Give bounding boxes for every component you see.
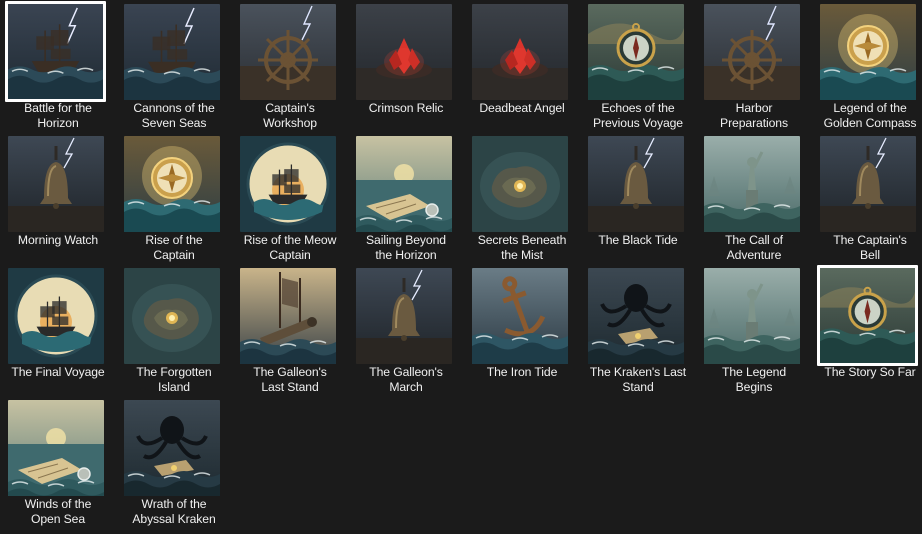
compass-thumbnail[interactable]	[588, 4, 684, 100]
thumbnail-label: The Call of Adventure	[725, 233, 783, 262]
thumbnail-label: Battle for the Horizon	[24, 101, 92, 130]
statue-thumbnail[interactable]	[704, 268, 800, 364]
thumbnail-item[interactable]: Winds of the Open Sea	[0, 396, 116, 526]
thumbnail-label: Morning Watch	[17, 233, 99, 247]
thumbnail-label: The Kraken's Last Stand	[589, 365, 687, 394]
thumbnail-label: Harbor Preparations	[720, 101, 788, 130]
thumbnail-item[interactable]: Secrets Beneath the Mist	[464, 132, 580, 262]
thumbnail-item[interactable]: The Final Voyage	[0, 264, 116, 394]
thumbnail-label: The Final Voyage	[11, 365, 105, 379]
thumbnail-label: Cannons of the Seven Seas	[133, 101, 215, 130]
thumbnail-item[interactable]: Harbor Preparations	[696, 0, 812, 130]
thumbnail-label: The Forgotten Island	[136, 365, 212, 394]
thumbnail-grid: Battle for the Horizon Cannons of the Sev…	[0, 0, 922, 534]
thumbnail-item[interactable]: The Galleon's Last Stand	[232, 264, 348, 394]
thumbnail-label: The Galleon's Last Stand	[253, 365, 327, 394]
golden-compass-thumbnail[interactable]	[820, 4, 916, 100]
thumbnail-label: Secrets Beneath the Mist	[477, 233, 567, 262]
thumbnail-item[interactable]: Battle for the Horizon	[0, 0, 116, 130]
bell-thumbnail[interactable]	[356, 268, 452, 364]
kraken-thumbnail[interactable]	[124, 400, 220, 496]
island-map-thumbnail[interactable]	[124, 268, 220, 364]
thumbnail-item[interactable]: Morning Watch	[0, 132, 116, 262]
thumbnail-item[interactable]: The Call of Adventure	[696, 132, 812, 262]
thumbnail-item[interactable]: The Kraken's Last Stand	[580, 264, 696, 394]
map-sea-thumbnail[interactable]	[8, 400, 104, 496]
thumbnail-item[interactable]: Sailing Beyond the Horizon	[348, 132, 464, 262]
thumbnail-item[interactable]: The Legend Begins	[696, 264, 812, 394]
thumbnail-item[interactable]: Legend of the Golden Compass	[812, 0, 922, 130]
thumbnail-label: Crimson Relic	[368, 101, 444, 115]
thumbnail-label: The Galleon's March	[369, 365, 443, 394]
ship-storm-thumbnail[interactable]	[5, 1, 106, 102]
bell-thumbnail[interactable]	[820, 136, 916, 232]
thumbnail-item[interactable]: Crimson Relic	[348, 0, 464, 130]
map-sea-thumbnail[interactable]	[356, 136, 452, 232]
thumbnail-label: The Story So Far	[824, 365, 916, 379]
thumbnail-label: Captain's Workshop	[263, 101, 317, 130]
kraken-thumbnail[interactable]	[588, 268, 684, 364]
cannon-thumbnail[interactable]	[240, 268, 336, 364]
thumbnail-item[interactable]: Rise of the Captain	[116, 132, 232, 262]
island-map-thumbnail[interactable]	[472, 136, 568, 232]
bell-thumbnail[interactable]	[8, 136, 104, 232]
thumbnail-item[interactable]: Wrath of the Abyssal Kraken	[116, 396, 232, 526]
thumbnail-item[interactable]: Echoes of the Previous Voyage	[580, 0, 696, 130]
anchor-thumbnail[interactable]	[472, 268, 568, 364]
bell-thumbnail[interactable]	[588, 136, 684, 232]
thumbnail-label: Wrath of the Abyssal Kraken	[132, 497, 216, 526]
thumbnail-item[interactable]: The Galleon's March	[348, 264, 464, 394]
ship-wheel-thumbnail[interactable]	[240, 4, 336, 100]
thumbnail-item[interactable]: The Forgotten Island	[116, 264, 232, 394]
statue-thumbnail[interactable]	[704, 136, 800, 232]
thumbnail-item[interactable]: The Black Tide	[580, 132, 696, 262]
ship-wheel-thumbnail[interactable]	[704, 4, 800, 100]
thumbnail-item[interactable]: The Story So Far	[812, 264, 922, 394]
thumbnail-label: The Captain's Bell	[833, 233, 907, 262]
ship-emblem-thumbnail[interactable]	[240, 136, 336, 232]
thumbnail-item[interactable]: Deadbeat Angel	[464, 0, 580, 130]
thumbnail-item[interactable]: Captain's Workshop	[232, 0, 348, 130]
red-crystal-thumbnail[interactable]	[356, 4, 452, 100]
thumbnail-label: Deadbeat Angel	[479, 101, 565, 115]
thumbnail-item[interactable]: Rise of the Meow Captain	[232, 132, 348, 262]
ship-emblem-thumbnail[interactable]	[8, 268, 104, 364]
thumbnail-label: Legend of the Golden Compass	[823, 101, 917, 130]
thumbnail-label: Winds of the Open Sea	[24, 497, 92, 526]
thumbnail-label: Sailing Beyond the Horizon	[366, 233, 446, 262]
compass-thumbnail[interactable]	[817, 265, 918, 366]
red-crystal-thumbnail[interactable]	[472, 4, 568, 100]
thumbnail-label: Rise of the Captain	[145, 233, 203, 262]
thumbnail-item[interactable]: The Iron Tide	[464, 264, 580, 394]
thumbnail-label: Echoes of the Previous Voyage	[593, 101, 683, 130]
thumbnail-label: The Legend Begins	[721, 365, 787, 394]
golden-compass-thumbnail[interactable]	[124, 136, 220, 232]
thumbnail-label: Rise of the Meow Captain	[243, 233, 337, 262]
thumbnail-item[interactable]: The Captain's Bell	[812, 132, 922, 262]
thumbnail-label: The Black Tide	[598, 233, 678, 247]
ship-storm-thumbnail[interactable]	[124, 4, 220, 100]
thumbnail-label: The Iron Tide	[486, 365, 558, 379]
thumbnail-item[interactable]: Cannons of the Seven Seas	[116, 0, 232, 130]
